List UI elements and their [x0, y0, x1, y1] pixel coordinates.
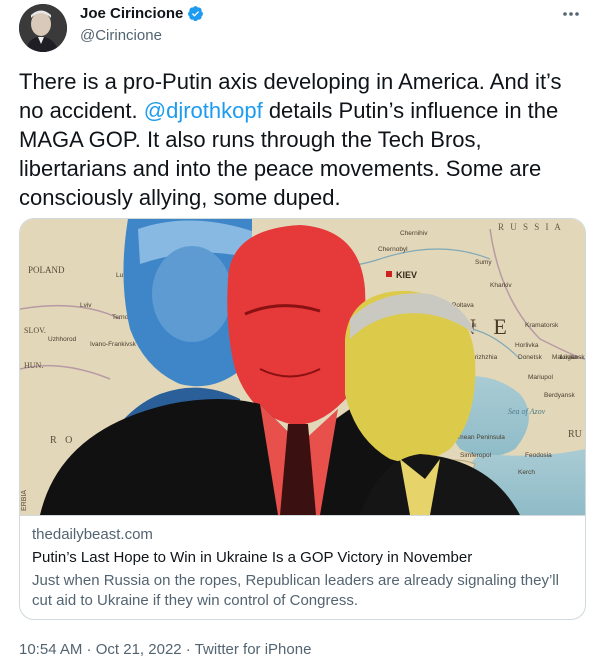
map-label-slov: SLOV. [24, 326, 46, 335]
map-city-label: Donetsk [518, 354, 543, 361]
author-handle[interactable]: @Cirincione [80, 27, 162, 44]
map-city-label: Lugansk [560, 354, 585, 361]
map-label-ro: R O [50, 435, 75, 446]
tweet-text: There is a pro-Putin axis developing in … [19, 67, 579, 212]
more-options-button[interactable] [561, 4, 581, 29]
map-label-sea-of-azov: Sea of Azov [508, 407, 546, 416]
tweet-meta: 10:54 AM · Oct 21, 2022 · Twitter for iP… [19, 641, 311, 658]
map-city-label: Kramatorsk [525, 322, 559, 329]
article-image: R U S S I A POLAND KIEV N E U SLOV. HUN.… [20, 219, 585, 515]
avatar-photo [19, 4, 67, 52]
map-label-poland: POLAND [28, 265, 65, 275]
card-description: Just when Russia on the ropes, Republica… [32, 572, 559, 609]
map-city-label: Feodosia [525, 452, 552, 459]
link-preview-card[interactable]: R U S S I A POLAND KIEV N E U SLOV. HUN.… [19, 218, 586, 620]
map-city-label: Lviv [80, 302, 92, 309]
map-city-label: Simferopol [460, 452, 492, 459]
map-label-erbia: ERBIA [21, 490, 28, 511]
card-domain: thedailybeast.com [32, 526, 153, 543]
map-city-label: Kharkiv [490, 282, 512, 289]
mention-link[interactable]: @djrothkopf [144, 98, 263, 123]
map-city-label: Uzhhorod [48, 336, 77, 343]
map-city-label: Chernobyl [378, 246, 408, 253]
map-label-russia: R U S S I A [498, 222, 563, 232]
map-label-ru: RU [568, 429, 583, 440]
tweet-date[interactable]: Oct 21, 2022 [96, 641, 182, 658]
verified-badge-icon [188, 6, 204, 22]
map-city-label: Mariupol [528, 374, 553, 381]
map-city-label: Sumy [475, 259, 492, 266]
author-name-row: Joe Cirincione [80, 5, 204, 22]
tweet-source: Twitter for iPhone [194, 641, 312, 658]
map-city-label: Ivano-Frankivsk [90, 341, 137, 348]
meta-separator: · [82, 641, 96, 658]
map-city-label: Horlivka [515, 342, 539, 349]
map-label-hun: HUN. [24, 361, 43, 370]
map-city-label: Chernihiv [400, 230, 428, 237]
more-horizontal-icon [563, 12, 579, 16]
card-info: thedailybeast.com Putin’s Last Hope to W… [20, 515, 585, 619]
card-title[interactable]: Putin’s Last Hope to Win in Ukraine Is a… [32, 549, 472, 566]
tweet-time[interactable]: 10:54 AM [19, 641, 82, 658]
author-name[interactable]: Joe Cirincione [80, 5, 183, 22]
author-avatar[interactable] [19, 4, 67, 52]
map-label-kiev: KIEV [396, 270, 417, 280]
map-city-label: Berdyansk [544, 392, 575, 399]
map-city-label: Kerch [518, 469, 535, 476]
kiev-marker [386, 271, 392, 277]
meta-separator: · [181, 641, 195, 658]
